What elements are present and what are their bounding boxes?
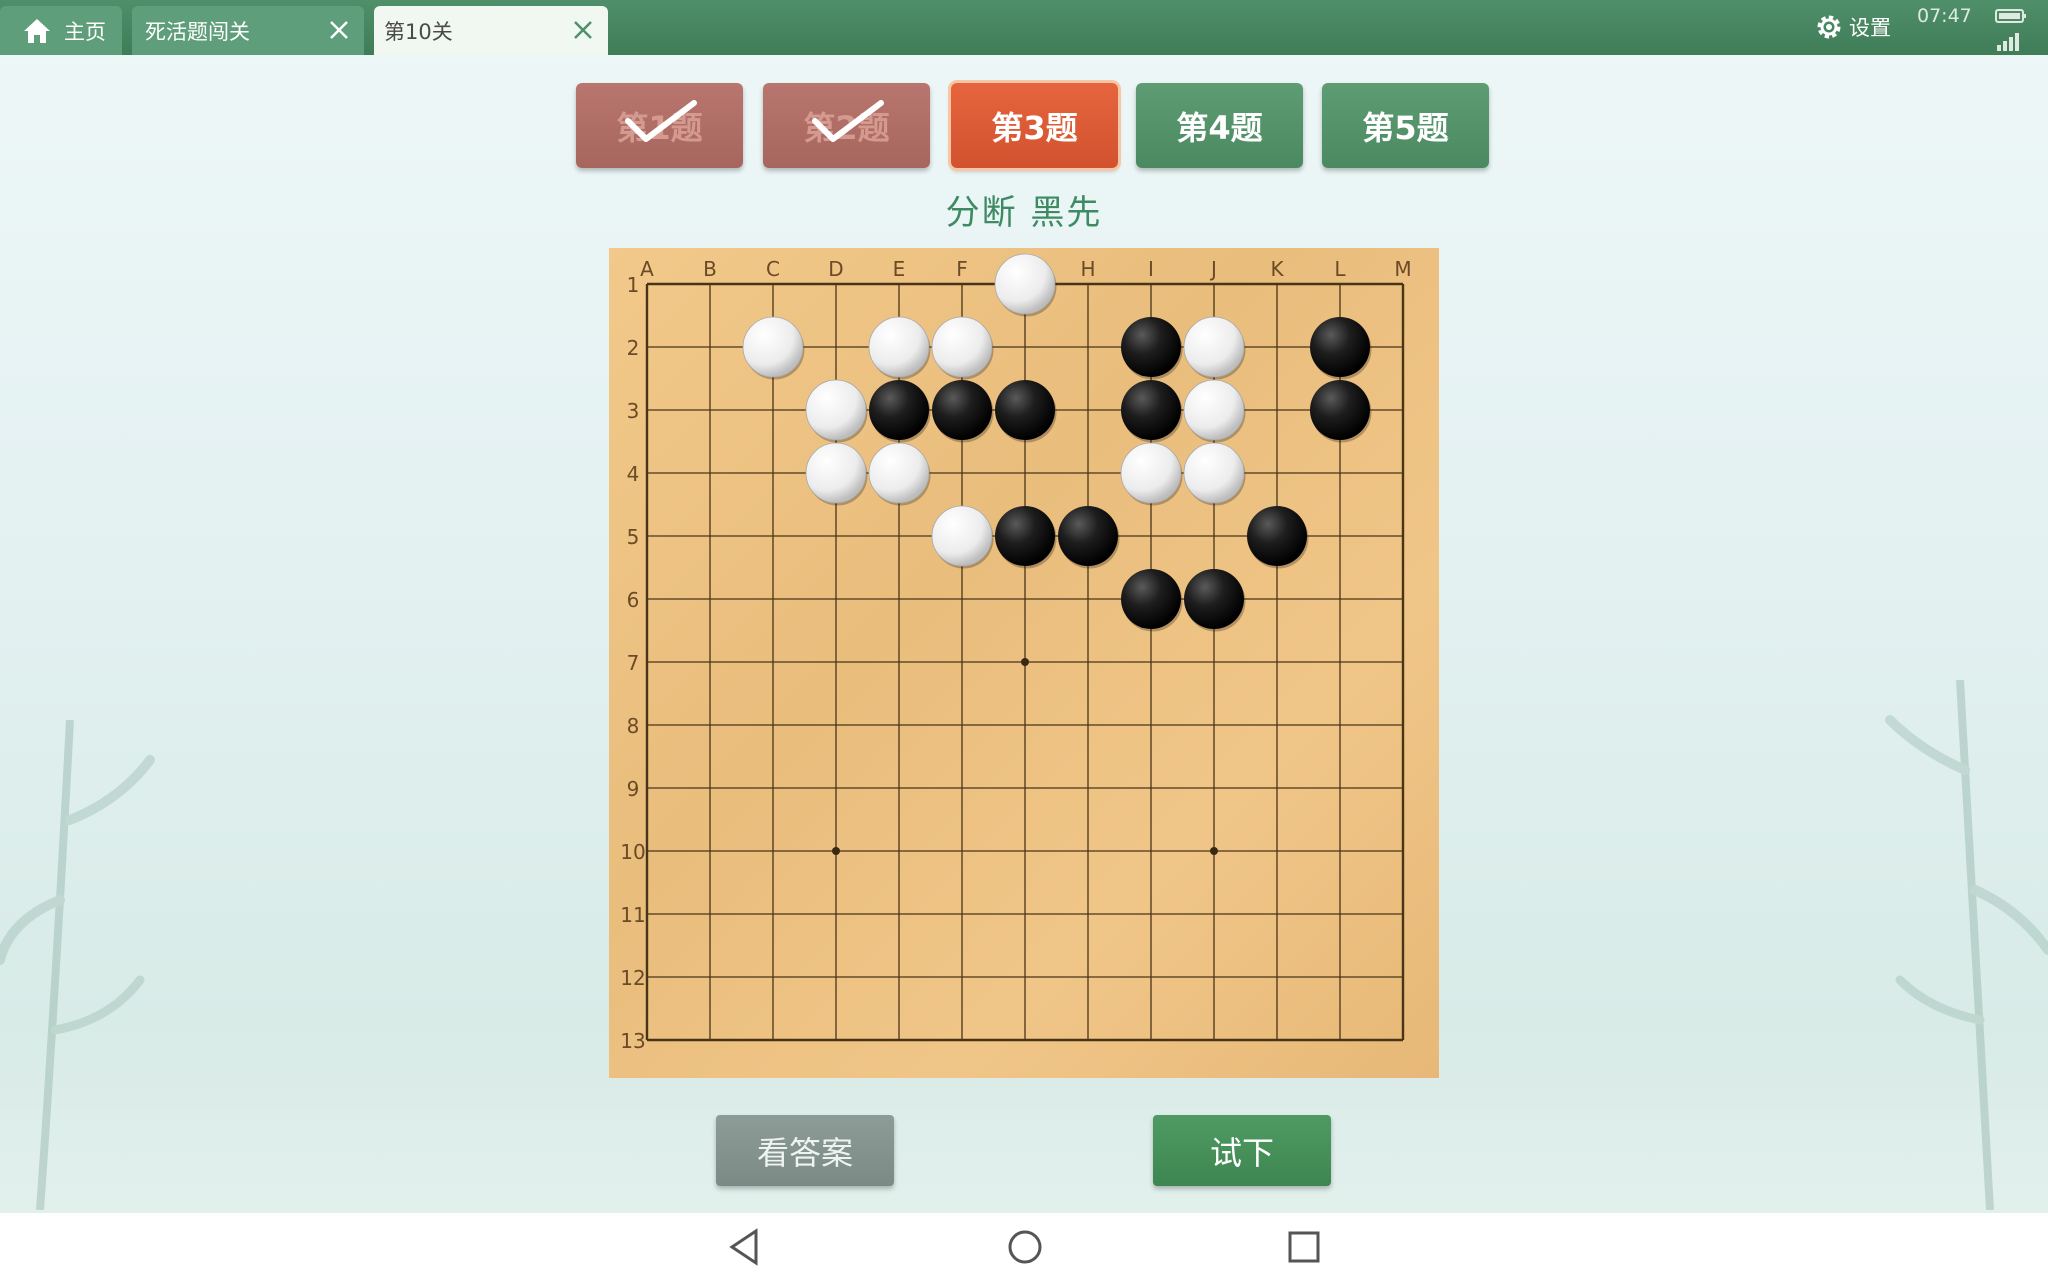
board-grid[interactable]: A B C D E F H I J K L M12345678910111213 bbox=[609, 248, 1439, 1078]
home-icon bbox=[24, 18, 50, 43]
row-label: 7 bbox=[627, 651, 640, 675]
row-label: 10 bbox=[620, 840, 645, 864]
column-label: B bbox=[703, 257, 717, 281]
white-stone[interactable] bbox=[931, 505, 993, 567]
row-label: 12 bbox=[620, 966, 645, 990]
black-stone[interactable] bbox=[1058, 506, 1118, 566]
row-label: 2 bbox=[627, 336, 640, 360]
column-label: I bbox=[1148, 257, 1154, 281]
white-stone[interactable] bbox=[805, 442, 867, 504]
view-answer-button[interactable]: 看答案 bbox=[716, 1115, 894, 1186]
white-stone[interactable] bbox=[742, 316, 804, 378]
column-label: K bbox=[1270, 257, 1284, 281]
black-stone[interactable] bbox=[1121, 380, 1181, 440]
black-stone[interactable] bbox=[1247, 506, 1307, 566]
black-stone[interactable] bbox=[1310, 380, 1370, 440]
problem-button-4[interactable]: 第4题 bbox=[1136, 83, 1303, 168]
battery-icon bbox=[1995, 9, 2026, 23]
row-label: 9 bbox=[627, 777, 640, 801]
check-icon bbox=[625, 100, 697, 142]
signal-icon bbox=[1997, 33, 2019, 51]
black-stone[interactable] bbox=[1310, 317, 1370, 377]
white-stone[interactable] bbox=[1183, 442, 1245, 504]
problem-label: 第3题 bbox=[991, 108, 1078, 147]
row-label: 1 bbox=[627, 273, 640, 297]
problem-button-2[interactable]: 第2题 bbox=[763, 83, 930, 168]
column-label: H bbox=[1080, 257, 1095, 281]
close-icon[interactable] bbox=[326, 17, 352, 43]
column-label: F bbox=[956, 257, 968, 281]
problem-button-5[interactable]: 第5题 bbox=[1322, 83, 1489, 168]
white-stone[interactable] bbox=[994, 253, 1056, 315]
column-label: M bbox=[1394, 257, 1411, 281]
tab-life-death-label: 死活题闯关 bbox=[145, 19, 250, 44]
try-move-button[interactable]: 试下 bbox=[1153, 1115, 1331, 1186]
row-label: 4 bbox=[627, 462, 640, 486]
black-stone[interactable] bbox=[869, 380, 929, 440]
recents-square-icon[interactable] bbox=[1286, 1227, 1322, 1267]
settings-button[interactable]: 设置 bbox=[1815, 10, 1891, 44]
tab-life-death[interactable]: 死活题闯关 bbox=[132, 6, 364, 55]
column-label: C bbox=[766, 257, 780, 281]
white-stone[interactable] bbox=[1120, 442, 1182, 504]
column-label: L bbox=[1334, 257, 1346, 281]
row-label: 13 bbox=[620, 1029, 645, 1053]
tab-level-label: 第10关 bbox=[384, 19, 453, 44]
white-stone[interactable] bbox=[805, 379, 867, 441]
white-stone[interactable] bbox=[1183, 379, 1245, 441]
column-label: D bbox=[828, 257, 843, 281]
black-stone[interactable] bbox=[1184, 569, 1244, 629]
back-triangle-icon[interactable] bbox=[726, 1227, 762, 1267]
star-point bbox=[1210, 847, 1218, 855]
black-stone[interactable] bbox=[995, 380, 1055, 440]
problem-subtitle: 分断 黑先 bbox=[945, 193, 1103, 233]
clock: 07:47 bbox=[1917, 5, 1972, 27]
gear-icon bbox=[1817, 15, 1841, 39]
bamboo-decoration-right bbox=[1885, 679, 2048, 1210]
row-label: 6 bbox=[627, 588, 640, 612]
top-tab-bar: 主页 死活题闯关 第10关 设置 07:47 bbox=[0, 0, 2048, 55]
row-label: 3 bbox=[627, 399, 640, 423]
bamboo-decoration-left bbox=[0, 719, 155, 1210]
black-stone[interactable] bbox=[1121, 317, 1181, 377]
white-stone[interactable] bbox=[868, 316, 930, 378]
tab-level[interactable]: 第10关 bbox=[374, 6, 608, 55]
white-stone[interactable] bbox=[931, 316, 993, 378]
star-point bbox=[832, 847, 840, 855]
column-label: J bbox=[1209, 257, 1217, 281]
white-stone[interactable] bbox=[1183, 316, 1245, 378]
black-stone[interactable] bbox=[932, 380, 992, 440]
problem-label: 第4题 bbox=[1176, 108, 1263, 147]
close-icon[interactable] bbox=[570, 17, 596, 43]
problem-button-1[interactable]: 第1题 bbox=[576, 83, 743, 168]
home-circle-icon[interactable] bbox=[1005, 1227, 1045, 1267]
black-stone[interactable] bbox=[1121, 569, 1181, 629]
row-label: 8 bbox=[627, 714, 640, 738]
settings-label: 设置 bbox=[1849, 16, 1891, 40]
problem-label: 第5题 bbox=[1362, 108, 1449, 147]
column-label: E bbox=[893, 257, 906, 281]
tab-home-label: 主页 bbox=[64, 19, 106, 44]
row-label: 5 bbox=[627, 525, 640, 549]
go-board[interactable]: A B C D E F H I J K L M 1 2 3 4 5 6 7 8 9 10 11 12 13 bbox=[609, 248, 1439, 1078]
black-stone[interactable] bbox=[995, 506, 1055, 566]
column-label: A bbox=[640, 257, 654, 281]
white-stone[interactable] bbox=[868, 442, 930, 504]
tab-home[interactable]: 主页 bbox=[0, 6, 122, 55]
row-label: 11 bbox=[620, 903, 645, 927]
problem-button-3[interactable]: 第3题 bbox=[951, 83, 1118, 168]
check-icon bbox=[812, 100, 884, 142]
system-nav-bar bbox=[0, 1213, 2048, 1280]
star-point bbox=[1021, 658, 1029, 666]
